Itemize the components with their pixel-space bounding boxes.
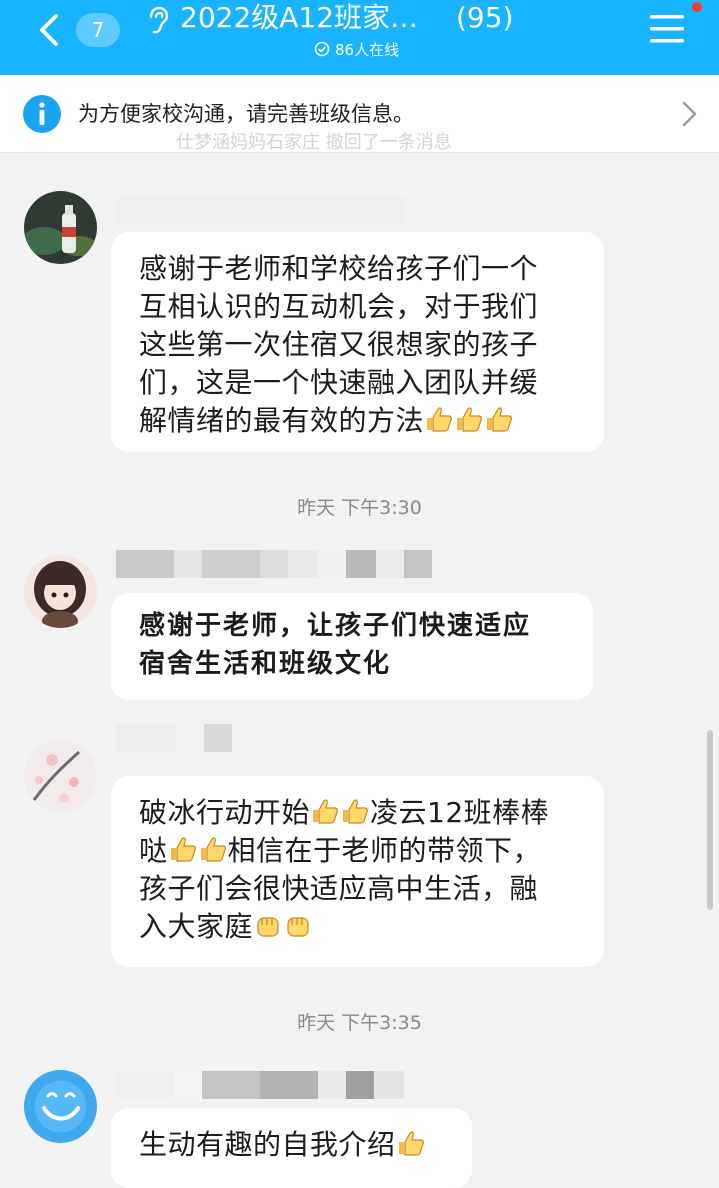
avatar[interactable]: [24, 1070, 97, 1143]
message-line: 互相认识的互动机会，对于我们: [139, 290, 539, 323]
message-line: 孩子们会很快适应高中生活，融: [139, 872, 539, 905]
thumbs-up-emoji-icon: [343, 799, 369, 824]
message-line: 感谢于老师和学校给孩子们一个: [139, 252, 539, 285]
time-stamp: 昨天 下午3:30: [297, 497, 422, 519]
group-title[interactable]: 2022级A12班家…: [180, 0, 418, 36]
avatar-bottle-image: [24, 191, 97, 264]
sender-name-blurred: [116, 724, 232, 752]
avatar-doll-image: [24, 555, 97, 628]
message-line: 哒相信在于老师的带领下，: [139, 834, 542, 867]
thumbs-up-emoji-icon: [200, 837, 226, 862]
message-bubble[interactable]: 感谢于老师和学校给孩子们一个 互相认识的互动机会，对于我们 这些第一次住宿又很想…: [111, 232, 604, 452]
thumbs-up-emoji-icon: [398, 1131, 424, 1156]
message-bubble[interactable]: 破冰行动开始 凌云12班棒棒 哒相信在于老师的带领下， 孩子们会很快适应高中生活，…: [111, 776, 604, 967]
back-arrow-icon[interactable]: [32, 10, 68, 50]
info-icon: [23, 95, 61, 133]
online-status-icon: [314, 41, 330, 57]
sender-name-blurred: [116, 1071, 404, 1099]
message-line: 感谢于老师，让孩子们快速适应: [139, 611, 532, 641]
time-stamp: 昨天 下午3:35: [297, 1012, 422, 1034]
message-line: 生动有趣的自我介绍: [139, 1126, 446, 1164]
sender-name-blurred: [116, 196, 406, 224]
fist-emoji-icon: [287, 917, 309, 937]
message-text: 破冰行动开始 凌云12班棒棒 哒相信在于老师的带领下， 孩子们会很快适应高中生活，…: [139, 794, 578, 946]
menu-icon[interactable]: [648, 12, 688, 46]
thumbs-up-emoji-icon: [427, 407, 453, 432]
avatar[interactable]: [24, 191, 97, 264]
thumbs-up-emoji-icon: [313, 799, 339, 824]
message-line: 解情绪的最有效的方法: [139, 402, 578, 440]
banner-text: 为方便家校沟通，请完善班级信息。: [78, 102, 414, 126]
thumbs-up-emoji-icon: [170, 837, 196, 862]
online-status[interactable]: 86人在线: [314, 38, 399, 60]
chat-header: 7 2022级A12班家… (95) 86人在线: [0, 0, 719, 75]
notification-dot: [692, 2, 702, 12]
online-count-text: 86人在线: [335, 40, 400, 59]
avatar[interactable]: [24, 740, 97, 813]
message-bubble[interactable]: 感谢于老师，让孩子们快速适应 宿舍生活和班级文化: [111, 593, 593, 700]
message-line: 破冰行动开始 凌云12班棒棒: [139, 796, 550, 829]
message-text: 感谢于老师，让孩子们快速适应 宿舍生活和班级文化: [139, 607, 567, 683]
chevron-right-icon[interactable]: [680, 99, 698, 129]
message-line: 们，这是一个快速融入团队并缓: [139, 366, 539, 399]
message-line: 宿舍生活和班级文化: [139, 649, 392, 679]
thumbs-up-emoji-icon: [457, 407, 483, 432]
unread-count-badge[interactable]: 7: [76, 13, 120, 47]
scrollbar[interactable]: [707, 730, 713, 910]
member-count: (95): [456, 1, 514, 34]
message-line: 这些第一次住宿又很想家的孩子: [139, 328, 539, 361]
earpiece-mode-icon: [149, 6, 169, 34]
message-text: 感谢于老师和学校给孩子们一个 互相认识的互动机会，对于我们 这些第一次住宿又很想…: [139, 250, 578, 440]
message-bubble[interactable]: 生动有趣的自我介绍: [111, 1108, 472, 1188]
sender-name-blurred: [116, 550, 432, 578]
recall-notice: 仕梦涵妈妈石家庄 撤回了一条消息: [176, 132, 452, 153]
avatar[interactable]: [24, 555, 97, 628]
message-text: 生动有趣的自我介绍: [139, 1126, 446, 1164]
thumbs-up-emoji-icon: [487, 407, 513, 432]
avatar-smile-image: [24, 1070, 97, 1143]
avatar-flowers-image: [24, 740, 97, 813]
fist-emoji-icon: [257, 917, 279, 937]
message-line: 入大家庭: [139, 908, 578, 946]
